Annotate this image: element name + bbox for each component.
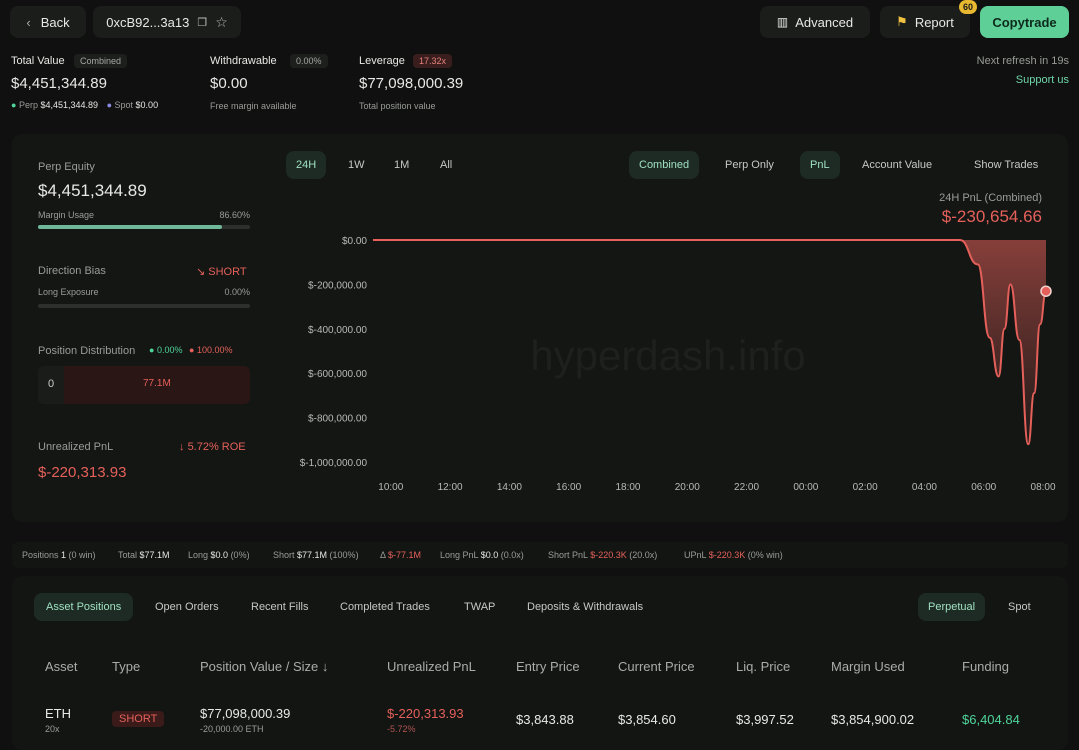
x-tick-label: 06:00 xyxy=(971,482,996,493)
x-tick-label: 00:00 xyxy=(793,482,818,493)
x-tick-label: 20:00 xyxy=(675,482,700,493)
row-asset: ETH xyxy=(45,706,71,721)
tab-completed-trades[interactable]: Completed Trades xyxy=(330,593,440,621)
market-tab-spot[interactable]: Spot xyxy=(998,593,1041,621)
tab-asset-positions[interactable]: Asset Positions xyxy=(34,593,134,621)
stat-value: $77.1M xyxy=(297,550,328,560)
stat-label: Short PnL xyxy=(548,550,591,560)
row-position-size: -20,000.00 ETH xyxy=(200,724,264,734)
col-liq-price[interactable]: Liq. Price xyxy=(736,659,790,674)
x-tick-label: 04:00 xyxy=(912,482,937,493)
y-tick-label: $-600,000.00 xyxy=(308,369,367,380)
col-position-value-label: Position Value / Size xyxy=(200,659,319,674)
x-tick-label: 12:00 xyxy=(438,482,463,493)
stat-7: UPnL $-220.3K (0% win) xyxy=(684,550,783,560)
stat-value: $0.0 xyxy=(480,550,499,560)
stat-value: $-220.3K xyxy=(590,550,627,560)
stat-extra: (100%) xyxy=(327,550,359,560)
x-tick-label: 18:00 xyxy=(615,482,640,493)
stat-1: Total $77.1M xyxy=(118,550,170,560)
stat-4: Δ $-77.1M xyxy=(380,550,421,560)
y-tick-label: $-1,000,000.00 xyxy=(300,458,368,469)
stat-value: $-220.3K xyxy=(708,550,746,560)
tab-recent-fills[interactable]: Recent Fills xyxy=(241,593,318,621)
stat-extra: (0 win) xyxy=(66,550,96,560)
sort-down-icon: ↓ xyxy=(321,659,329,674)
x-tick-label: 02:00 xyxy=(853,482,878,493)
stat-3: Short $77.1M (100%) xyxy=(273,550,359,560)
row-margin-used: $3,854,900.02 xyxy=(831,712,915,727)
col-funding[interactable]: Funding xyxy=(962,659,1009,674)
stat-0: Positions 1 (0 win) xyxy=(22,550,96,560)
tab-twap[interactable]: TWAP xyxy=(454,593,505,621)
market-tab-perpetual[interactable]: Perpetual xyxy=(918,593,986,621)
x-tick-label: 10:00 xyxy=(378,482,403,493)
stat-extra: (0%) xyxy=(228,550,250,560)
col-entry-price[interactable]: Entry Price xyxy=(516,659,580,674)
stat-label: Total xyxy=(118,550,140,560)
stat-label: Positions xyxy=(22,550,62,560)
col-position-value[interactable]: Position Value / Size ↓ xyxy=(200,659,328,674)
col-asset[interactable]: Asset xyxy=(45,659,78,674)
row-entry-price: $3,843.88 xyxy=(516,712,574,727)
stat-label: Short xyxy=(273,550,298,560)
x-tick-label: 22:00 xyxy=(734,482,759,493)
row-type-badge: SHORT xyxy=(112,711,165,727)
pnl-chart: hyperdash.info $0.00 $-200,000.00 $-400,00… xyxy=(300,236,1056,493)
stat-value: $-77.1M xyxy=(388,550,422,560)
y-tick-label: $-200,000.00 xyxy=(308,280,367,291)
stat-label: Δ xyxy=(380,550,389,560)
stat-extra: (0% win) xyxy=(745,550,783,560)
x-tick-label: 14:00 xyxy=(497,482,522,493)
stat-label: UPnL xyxy=(684,550,709,560)
row-funding: $6,404.84 xyxy=(962,712,1020,727)
row-pnl-pct: -5.72% xyxy=(387,724,416,734)
stat-value: $77.1M xyxy=(139,550,170,560)
current-point-marker xyxy=(1040,285,1052,297)
watermark: hyperdash.info xyxy=(530,332,806,379)
col-type[interactable]: Type xyxy=(112,659,140,674)
tab-deposits-withdrawals[interactable]: Deposits & Withdrawals xyxy=(517,593,653,621)
y-tick-label: $-800,000.00 xyxy=(308,414,367,425)
y-tick-label: $0.00 xyxy=(342,236,367,247)
row-leverage: 20x xyxy=(45,724,60,734)
col-unrealized-pnl[interactable]: Unrealized PnL xyxy=(387,659,476,674)
stat-2: Long $0.0 (0%) xyxy=(188,550,250,560)
stat-6: Short PnL $-220.3K (20.0x) xyxy=(548,550,657,560)
stat-5: Long PnL $0.0 (0.0x) xyxy=(440,550,524,560)
stat-extra: (20.0x) xyxy=(626,550,658,560)
x-tick-label: 16:00 xyxy=(556,482,581,493)
row-current-price: $3,854.60 xyxy=(618,712,676,727)
tab-open-orders[interactable]: Open Orders xyxy=(145,593,229,621)
stat-value: $0.0 xyxy=(210,550,229,560)
row-position-value: $77,098,000.39 xyxy=(200,706,291,721)
col-current-price[interactable]: Current Price xyxy=(618,659,695,674)
stat-label: Long PnL xyxy=(440,550,481,560)
stat-extra: (0.0x) xyxy=(498,550,524,560)
row-unrealized-pnl: $-220,313.93 xyxy=(387,706,464,721)
col-margin-used[interactable]: Margin Used xyxy=(831,659,905,674)
stat-label: Long xyxy=(188,550,211,560)
row-liq-price: $3,997.52 xyxy=(736,712,794,727)
x-tick-label: 08:00 xyxy=(1031,482,1056,493)
y-tick-label: $-400,000.00 xyxy=(308,325,367,336)
stats-bar xyxy=(12,542,1068,568)
